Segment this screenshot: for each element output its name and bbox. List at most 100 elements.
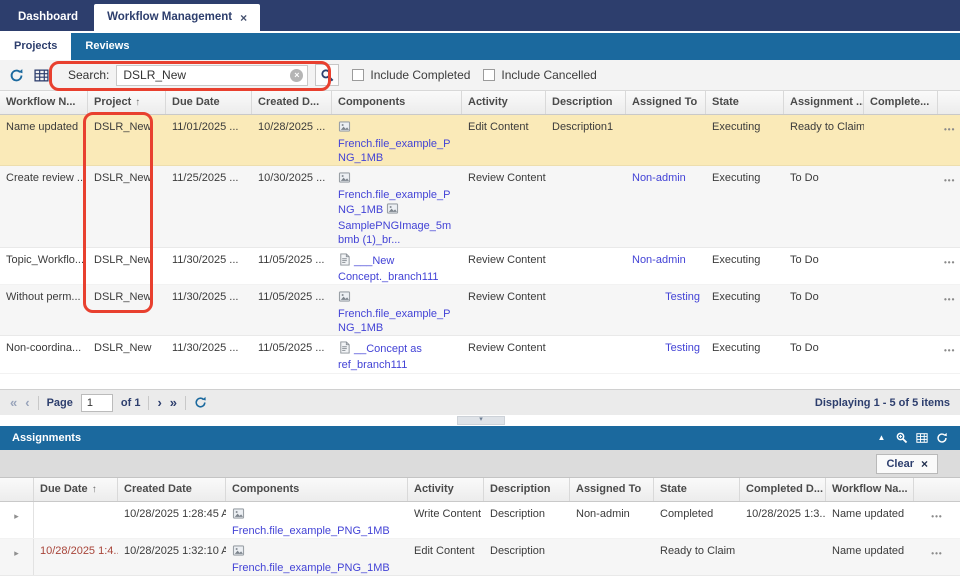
- next-page-icon[interactable]: ›: [157, 396, 161, 409]
- component-link[interactable]: French.file_example_PNG_1MB: [338, 292, 451, 334]
- workflow-name-cell: Without perm...: [0, 285, 88, 335]
- assigned-to-link[interactable]: Testing: [626, 285, 706, 335]
- column-header-description[interactable]: Description: [546, 91, 626, 114]
- component-link[interactable]: French.file_example_PNG_1MB: [232, 509, 390, 537]
- assigned-to-cell: [570, 539, 654, 575]
- search-input[interactable]: [116, 65, 308, 86]
- tab-projects[interactable]: Projects: [0, 33, 71, 60]
- splitter-collapse-handle[interactable]: ▾: [457, 416, 505, 425]
- column-header-due-date[interactable]: Due Date: [166, 91, 252, 114]
- column-header-due-date[interactable]: Due Date↑: [34, 478, 118, 501]
- sub-tab-bar: Projects Reviews: [0, 33, 960, 60]
- column-header-created-date[interactable]: Created Date: [118, 478, 226, 501]
- components-cell: __Concept as ref_branch111: [332, 336, 462, 373]
- assigned-to-cell: [626, 115, 706, 165]
- previous-page-icon[interactable]: ‹: [25, 396, 29, 409]
- component-link[interactable]: __Concept as ref_branch111: [338, 343, 422, 371]
- column-header-assigned-to[interactable]: Assigned To: [570, 478, 654, 501]
- page-number-input[interactable]: [81, 394, 113, 412]
- projects-grid: Workflow N... Project↑ Due Date Created …: [0, 91, 960, 389]
- tab-projects-label: Projects: [14, 40, 57, 52]
- sort-ascending-icon: ↑: [92, 478, 97, 501]
- pager-divider: [38, 396, 39, 410]
- description-cell: [546, 285, 626, 335]
- refresh-icon[interactable]: [935, 432, 948, 445]
- expand-row-icon[interactable]: ▸: [0, 502, 34, 538]
- column-header-project[interactable]: Project↑: [88, 91, 166, 114]
- tab-reviews[interactable]: Reviews: [71, 33, 143, 60]
- description-cell: Description1: [546, 115, 626, 165]
- column-header-completed-date[interactable]: Completed D...: [740, 478, 826, 501]
- close-tab-icon[interactable]: ×: [240, 12, 247, 24]
- project-cell: DSLR_New: [88, 115, 166, 165]
- row-actions-menu-icon[interactable]: •••: [914, 539, 960, 575]
- row-actions-menu-icon[interactable]: •••: [914, 502, 960, 538]
- column-header-state[interactable]: State: [654, 478, 740, 501]
- column-header-created-date[interactable]: Created D...: [252, 91, 332, 114]
- assignments-grid: Due Date↑ Created Date Components Activi…: [0, 478, 960, 576]
- row-actions-menu-icon[interactable]: •••: [938, 115, 960, 165]
- column-header-state[interactable]: State: [706, 91, 784, 114]
- components-cell: ___New Concept._branch111: [332, 248, 462, 284]
- column-header-components[interactable]: Components: [332, 91, 462, 114]
- row-actions-menu-icon[interactable]: •••: [938, 166, 960, 247]
- table-row[interactable]: ▸ 10/28/2025 1:4... 10/28/2025 1:32:10 A…: [0, 539, 960, 576]
- grid-view-icon[interactable]: [915, 432, 928, 445]
- workflow-name-cell: Name updated: [0, 115, 88, 165]
- row-actions-menu-icon[interactable]: •••: [938, 285, 960, 335]
- assigned-to-link[interactable]: Testing: [626, 336, 706, 373]
- grid-view-icon[interactable]: [33, 67, 49, 83]
- column-header-assignment-status[interactable]: Assignment ...: [784, 91, 864, 114]
- row-actions-menu-icon[interactable]: •••: [938, 336, 960, 373]
- column-header-components[interactable]: Components: [226, 478, 408, 501]
- column-header-workflow-name[interactable]: Workflow Na...: [826, 478, 914, 501]
- tab-workflow-management[interactable]: Workflow Management ×: [94, 4, 260, 31]
- tab-dashboard[interactable]: Dashboard: [5, 4, 91, 31]
- search-button[interactable]: [315, 64, 339, 86]
- column-header-workflow-name[interactable]: Workflow N...: [0, 91, 88, 114]
- column-header-activity[interactable]: Activity: [462, 91, 546, 114]
- column-header-expander: [0, 478, 34, 501]
- table-row[interactable]: Name updated DSLR_New 11/01/2025 ... 10/…: [0, 115, 960, 166]
- collapse-panel-icon[interactable]: ▲: [875, 432, 888, 445]
- include-completed-checkbox[interactable]: Include Completed: [352, 68, 470, 82]
- table-row[interactable]: Create review ... DSLR_New 11/25/2025 ..…: [0, 166, 960, 248]
- checkbox-icon: [483, 69, 495, 81]
- column-header-description[interactable]: Description: [484, 478, 570, 501]
- first-page-icon[interactable]: «: [10, 396, 17, 409]
- component-link[interactable]: ___New Concept._branch111: [338, 255, 439, 283]
- assignments-panel-header: Assignments ▲: [0, 426, 960, 450]
- zoom-icon[interactable]: [895, 432, 908, 445]
- workflow-name-cell: Topic_Workflo...: [0, 248, 88, 284]
- tab-reviews-label: Reviews: [85, 40, 129, 52]
- table-row[interactable]: Topic_Workflo... DSLR_New 11/30/2025 ...…: [0, 248, 960, 285]
- column-header-completed[interactable]: Complete...: [864, 91, 938, 114]
- due-date-cell: 11/01/2025 ...: [166, 115, 252, 165]
- image-file-icon: [232, 507, 245, 524]
- window-tab-bar: Dashboard Workflow Management ×: [0, 0, 960, 33]
- column-header-assigned-to[interactable]: Assigned To: [626, 91, 706, 114]
- due-date-cell: 11/30/2025 ...: [166, 248, 252, 284]
- include-cancelled-label: Include Cancelled: [501, 68, 596, 82]
- refresh-icon[interactable]: [194, 396, 207, 410]
- clear-search-icon[interactable]: ×: [290, 69, 303, 82]
- refresh-icon[interactable]: [8, 67, 24, 83]
- state-cell: Executing: [706, 285, 784, 335]
- assigned-to-link[interactable]: Non-admin: [626, 166, 706, 247]
- table-row[interactable]: ▸ 10/28/2025 1:28:45 AM French.file_exam…: [0, 502, 960, 539]
- row-actions-menu-icon[interactable]: •••: [938, 248, 960, 284]
- column-header-activity[interactable]: Activity: [408, 478, 484, 501]
- page-count-label: of 1: [121, 397, 141, 409]
- expand-row-icon[interactable]: ▸: [0, 539, 34, 575]
- clear-button[interactable]: Clear ×: [876, 454, 938, 474]
- projects-toolbar: Search: × Include Completed Include Canc…: [0, 60, 960, 91]
- assigned-to-link[interactable]: Non-admin: [626, 248, 706, 284]
- document-file-icon: [338, 253, 351, 270]
- record-count-summary: Displaying 1 - 5 of 5 items: [815, 397, 950, 409]
- component-link[interactable]: French.file_example_PNG_1MB: [232, 546, 390, 574]
- include-cancelled-checkbox[interactable]: Include Cancelled: [483, 68, 596, 82]
- last-page-icon[interactable]: »: [170, 396, 177, 409]
- component-link[interactable]: French.file_example_PNG_1MB: [338, 122, 451, 164]
- table-row[interactable]: Without perm... DSLR_New 11/30/2025 ... …: [0, 285, 960, 336]
- table-row[interactable]: Non-coordina... DSLR_New 11/30/2025 ... …: [0, 336, 960, 374]
